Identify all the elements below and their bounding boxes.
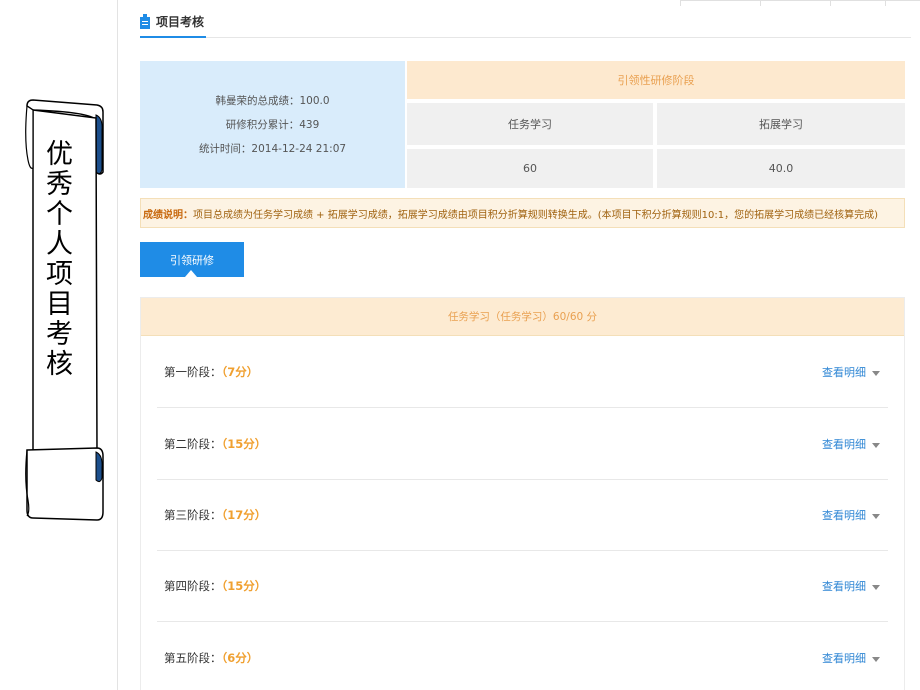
caret-down-icon — [872, 442, 880, 448]
stage-score: （7分） — [221, 365, 259, 379]
stage-label: 第三阶段：（17分） — [164, 508, 267, 522]
stage-row: 第二阶段：（15分） 查看明细 — [157, 408, 888, 480]
column-extended-learning: 拓展学习 — [657, 103, 905, 145]
stage-row: 第三阶段：（17分） 查看明细 — [157, 479, 888, 551]
tab-project-assessment[interactable]: 项目考核 — [140, 8, 206, 38]
task-learning-header: 任务学习（任务学习）60/60 分 — [141, 298, 904, 336]
view-details-link[interactable]: 查看明细 — [822, 364, 880, 380]
stage-label: 第一阶段：（7分） — [164, 365, 259, 379]
task-learning-value: 60 — [407, 149, 653, 188]
stage-row: 第一阶段：（7分） 查看明细 — [157, 336, 888, 408]
stage-score: （17分） — [221, 508, 267, 522]
stage-score: （15分） — [221, 579, 267, 593]
score-summary: 韩曼荣的总成绩：100.0 研修积分累计：439 统计时间：2014-12-24… — [140, 61, 405, 188]
stage-score: （15分） — [221, 437, 267, 451]
stage-label: 第二阶段：（15分） — [164, 437, 267, 451]
stage-row: 第五阶段：（6分） 查看明细 — [157, 622, 888, 690]
stage-score: （6分） — [221, 651, 259, 665]
score-note: 成绩说明： 项目总成绩为任务学习成绩 + 拓展学习成绩，拓展学习成绩由项目积分折… — [140, 198, 905, 228]
project-assessment-panel: 项目考核 韩曼荣的总成绩：100.0 研修积分累计：439 统计时间：2014-… — [117, 0, 920, 690]
stage-row: 第四阶段：（15分） 查看明细 — [157, 550, 888, 622]
stage-label: 第五阶段：（6分） — [164, 651, 259, 665]
caret-down-icon — [872, 656, 880, 662]
active-tab-caret-icon — [185, 270, 197, 277]
view-details-link[interactable]: 查看明细 — [822, 650, 880, 666]
caret-down-icon — [872, 370, 880, 376]
page-title: 项目考核 — [156, 15, 205, 29]
view-details-link[interactable]: 查看明细 — [822, 507, 880, 523]
panel-header: 项目考核 — [140, 8, 911, 38]
score-note-label: 成绩说明： — [143, 209, 193, 221]
clipboard-icon — [140, 14, 150, 29]
credit-total: 研修积分累计：439 — [225, 119, 320, 131]
stat-time: 统计时间：2014-12-24 21:07 — [198, 143, 347, 155]
column-task-learning: 任务学习 — [407, 103, 653, 145]
scroll-title: 优秀个人 项目考核 — [46, 139, 73, 380]
total-score: 韩曼荣的总成绩：100.0 — [215, 95, 330, 107]
score-note-text: 项目总成绩为任务学习成绩 + 拓展学习成绩，拓展学习成绩由项目积分折算规则转换生… — [193, 209, 878, 221]
caret-down-icon — [872, 513, 880, 519]
task-learning-section: 任务学习（任务学习）60/60 分 第一阶段：（7分） 查看明细 第二阶段：（1… — [140, 297, 905, 690]
view-details-link[interactable]: 查看明细 — [822, 436, 880, 452]
stage-name-header: 引领性研修阶段 — [407, 61, 905, 99]
top-tab-strip — [680, 0, 920, 6]
extended-learning-value: 40.0 — [657, 149, 905, 188]
caret-down-icon — [872, 584, 880, 590]
stage-label: 第四阶段：（15分） — [164, 579, 267, 593]
view-details-link[interactable]: 查看明细 — [822, 578, 880, 594]
